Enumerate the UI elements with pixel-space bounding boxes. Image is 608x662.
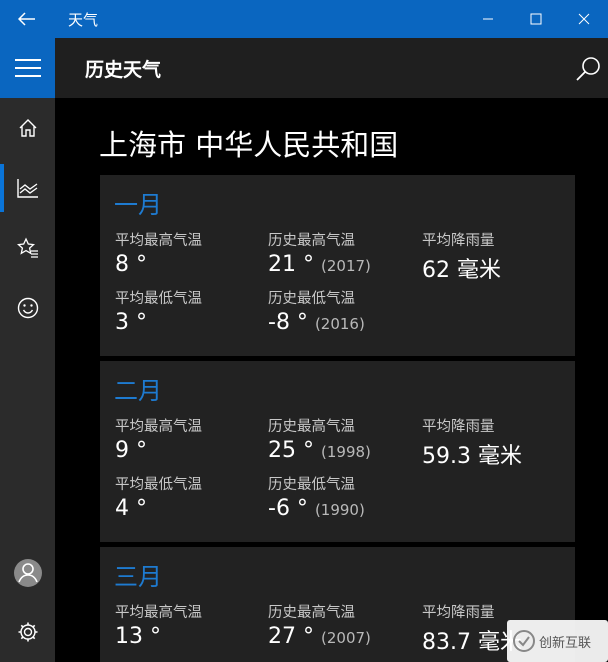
location-title: 上海市 中华人民共和国: [99, 128, 399, 162]
stat-value: 62 毫米: [422, 258, 501, 283]
stat-value: 8 °: [115, 252, 147, 277]
nav-account[interactable]: [0, 545, 55, 601]
stat-value: 9 °: [115, 438, 147, 463]
search-button[interactable]: [574, 54, 604, 84]
maximize-button[interactable]: [512, 0, 560, 38]
maximize-icon: [530, 13, 542, 25]
stat-record-high: 历史最高气温 25 ° (1998): [268, 415, 371, 463]
month-card-february: 二月 平均最高气温 9 ° 历史最高气温 25 ° (1998) 平均降雨量 5…: [100, 361, 575, 542]
month-name: 二月: [114, 377, 162, 405]
close-icon: [578, 13, 590, 25]
stat-label: 平均降雨量: [422, 605, 495, 621]
month-card-january: 一月 平均最高气温 8 ° 历史最高气温 21 ° (2017) 平均降雨量 6…: [100, 175, 575, 356]
stat-year: (2017): [321, 257, 371, 275]
hamburger-menu-icon: [14, 59, 41, 77]
nav-historical-weather[interactable]: [0, 160, 55, 216]
stat-value-group: -6 ° (1990): [268, 496, 365, 521]
stat-value: -6 °: [268, 496, 308, 521]
nav-emoji[interactable]: [0, 280, 55, 336]
stat-value: 4 °: [115, 496, 147, 521]
stat-value-group: 25 ° (1998): [268, 438, 371, 463]
stat-label: 平均降雨量: [422, 233, 495, 249]
stat-avg-rain: 平均降雨量 62 毫米: [422, 229, 501, 284]
watermark: 创新互联: [507, 620, 608, 662]
stat-avg-high: 平均最高气温 13 °: [115, 601, 202, 649]
stat-value-group: 27 ° (2007): [268, 624, 371, 649]
stat-label: 平均最低气温: [115, 477, 202, 493]
stat-value: -8 °: [268, 310, 308, 335]
nav-home[interactable]: [0, 100, 55, 156]
stat-label: 历史最高气温: [268, 605, 355, 621]
stat-avg-high: 平均最高气温 9 °: [115, 415, 202, 463]
stat-label: 历史最高气温: [268, 419, 355, 435]
month-name: 一月: [114, 191, 162, 219]
historical-chart-icon: [16, 179, 38, 198]
stat-avg-rain: 平均降雨量 59.3 毫米: [422, 415, 522, 470]
stat-label: 平均最高气温: [115, 419, 202, 435]
nav-sidebar: [0, 38, 55, 662]
nav-settings[interactable]: [0, 604, 55, 660]
stat-year: (1998): [321, 443, 371, 461]
stat-label: 历史最低气温: [268, 291, 355, 307]
stat-label: 历史最高气温: [268, 233, 355, 249]
favorites-star-icon: [16, 237, 38, 258]
nav-favorites[interactable]: [0, 220, 55, 276]
month-card-march: 三月 平均最高气温 13 ° 历史最高气温 27 ° (2007) 平均降雨量 …: [100, 547, 575, 662]
back-button[interactable]: [0, 0, 54, 38]
stat-value: 25 °: [268, 438, 314, 463]
stat-record-low: 历史最低气温 -8 ° (2016): [268, 287, 365, 335]
stat-label: 平均最低气温: [115, 291, 202, 307]
stat-label: 平均降雨量: [422, 419, 495, 435]
smiley-icon: [17, 297, 38, 319]
stat-value: 27 °: [268, 624, 314, 649]
back-arrow-icon: [18, 12, 35, 26]
month-name: 三月: [114, 563, 162, 591]
menu-button[interactable]: [0, 38, 55, 98]
page-header: 历史天气: [55, 38, 608, 98]
stat-year: (2016): [314, 315, 365, 333]
stat-value: 13 °: [115, 624, 161, 649]
stat-record-low: 历史最低气温 -6 ° (1990): [268, 473, 365, 521]
stat-value: 21 °: [268, 252, 314, 277]
stat-year: (1990): [314, 501, 365, 519]
settings-gear-icon: [18, 622, 37, 642]
stat-label: 平均最高气温: [115, 233, 202, 249]
window-title: 天气: [68, 10, 99, 29]
title-bar: 天气: [0, 0, 608, 38]
stat-value-group: 21 ° (2017): [268, 252, 371, 277]
stat-record-high: 历史最高气温 27 ° (2007): [268, 601, 371, 649]
stat-label: 历史最低气温: [268, 477, 355, 493]
stat-avg-low: 平均最低气温 4 °: [115, 473, 202, 521]
close-button[interactable]: [560, 0, 608, 38]
account-icon: [13, 559, 42, 587]
watermark-text: 创新互联: [539, 635, 592, 651]
home-icon: [19, 119, 36, 137]
stat-value: 59.3 毫米: [422, 444, 522, 469]
minimize-button[interactable]: [464, 0, 512, 38]
minimize-icon: [483, 18, 493, 20]
window-controls: [464, 0, 608, 38]
stat-label: 平均最高气温: [115, 605, 202, 621]
stat-year: (2007): [321, 629, 371, 647]
stat-record-high: 历史最高气温 21 ° (2017): [268, 229, 371, 277]
page-title: 历史天气: [85, 58, 162, 81]
search-icon: [576, 57, 600, 81]
stat-avg-low: 平均最低气温 3 °: [115, 287, 202, 335]
stat-value: 3 °: [115, 310, 147, 335]
stat-value-group: -8 ° (2016): [268, 310, 365, 335]
stat-avg-high: 平均最高气温 8 °: [115, 229, 202, 277]
watermark-logo-icon: [513, 630, 535, 652]
main-content: 上海市 中华人民共和国 一月 平均最高气温 8 ° 历史最高气温 21 ° (2…: [55, 98, 608, 662]
